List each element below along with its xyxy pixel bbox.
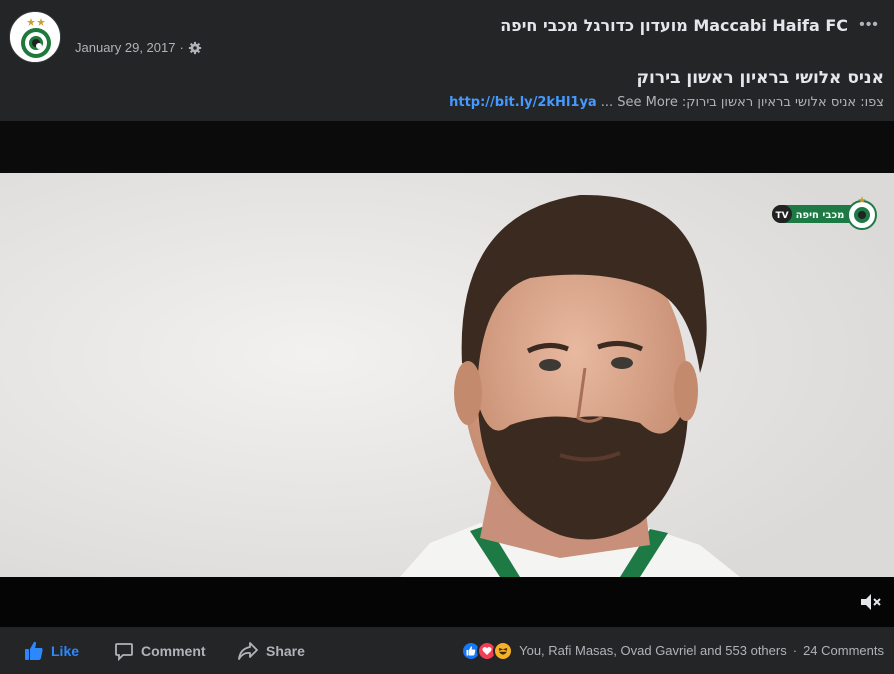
reactions-text[interactable]: You, Rafi Masas, Ovad Gavriel and 553 ot… [519,643,787,658]
reactions-dot: · [792,643,798,658]
page-name[interactable]: מועדון כדורגל מכבי חיפה Maccabi Haifa FC [500,16,848,35]
thumbs-up-icon [25,641,43,660]
comment-button[interactable]: Comment [114,627,206,674]
comments-count[interactable]: 24 Comments [803,643,884,658]
facebook-post: מועדון כדורגל מכבי חיפה Maccabi Haifa FC… [0,0,894,674]
like-button[interactable]: Like [24,627,79,674]
haha-reaction-icon [493,640,514,661]
video-player[interactable]: TV מכבי חיפה [0,121,894,627]
maccabi-tv-badge: TV מכבי חיפה [772,196,877,230]
post-footer: Like Comment Share You, Rafi Masas, Ovad… [0,627,894,674]
post-title: אניס אלושי בראיון ראשון בירוק [636,68,885,88]
page-avatar[interactable] [9,11,61,63]
share-button[interactable]: Share [237,627,305,674]
volume-muted-icon[interactable] [858,591,882,613]
meta-separator: · [179,40,184,55]
video-frame[interactable]: TV מכבי חיפה [0,173,894,577]
post-description: http://bit.ly/2kHl1ya ... See More צפו: … [449,95,884,110]
share-icon [238,641,258,660]
like-label: Like [51,642,80,659]
comment-icon [115,642,133,661]
badge-text: מכבי חיפה [796,210,845,221]
comment-label: Comment [141,642,206,659]
video-thumbnail [0,173,894,577]
video-controls [0,577,894,627]
post-meta: January 29, 2017 · [75,40,202,55]
post-date[interactable]: January 29, 2017 [75,40,175,55]
reactions-summary[interactable]: You, Rafi Masas, Ovad Gavriel and 553 ot… [461,627,884,674]
share-label: Share [266,642,305,659]
badge-tv-text: TV [775,211,788,221]
post-description-text: צפו: אניס אלושי בראיון ראשון בירוק: [681,95,884,110]
reaction-icons [461,640,514,661]
maccabi-haifa-logo-icon [10,12,60,62]
see-more-link[interactable]: ... See More [601,95,678,110]
more-options-button[interactable]: ••• [856,12,882,38]
gear-icon[interactable] [188,41,202,55]
post-link[interactable]: http://bit.ly/2kHl1ya [449,95,597,110]
